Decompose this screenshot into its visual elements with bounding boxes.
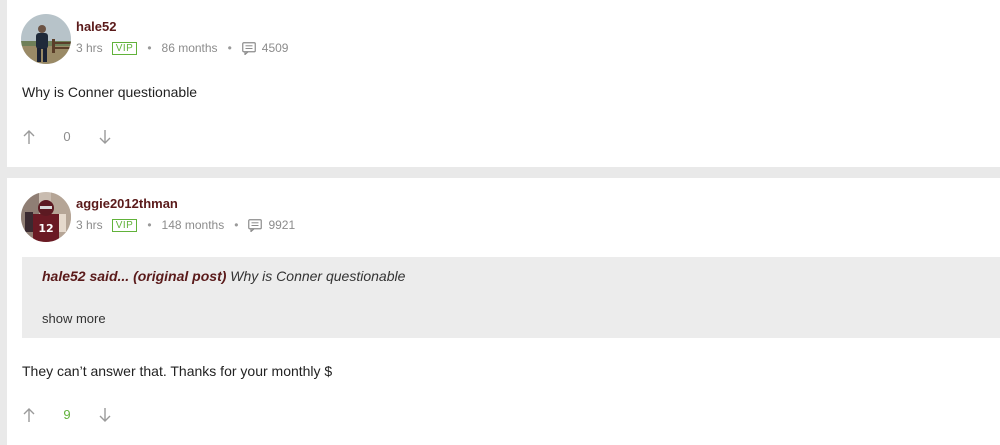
quote-said: said... xyxy=(89,268,130,284)
svg-text:12: 12 xyxy=(38,222,53,235)
quote-line: hale52 said... (original post) Why is Co… xyxy=(42,267,405,285)
member-tenure: 86 months xyxy=(161,41,218,55)
user-avatar[interactable]: 12 xyxy=(21,192,71,242)
comment-icon xyxy=(241,41,256,55)
comment-body: They can’t answer that. Thanks for your … xyxy=(22,363,333,379)
post-meta: hale52 3 hrs VIP • 86 months • 4509 xyxy=(76,19,288,55)
separator-dot: • xyxy=(147,41,152,55)
quote-text: Why is Conner questionable xyxy=(230,268,406,284)
post-time: 3 hrs xyxy=(76,218,103,232)
user-photo-avatar-icon xyxy=(21,14,71,64)
comment-feed: hale52 3 hrs VIP • 86 months • 4509 Why … xyxy=(0,0,1000,445)
member-tenure: 148 months xyxy=(161,218,225,232)
username-link[interactable]: aggie2012thman xyxy=(76,196,295,212)
post-count: 9921 xyxy=(268,218,296,232)
separator-dot: • xyxy=(147,218,152,232)
vip-badge: VIP xyxy=(111,41,138,55)
post-time: 3 hrs xyxy=(76,41,103,55)
downvote-arrow-icon[interactable] xyxy=(98,129,112,145)
upvote-arrow-icon[interactable] xyxy=(22,129,36,145)
quote-author-link[interactable]: hale52 xyxy=(42,268,86,284)
username-link[interactable]: hale52 xyxy=(76,19,288,35)
downvote-arrow-icon[interactable] xyxy=(98,407,112,423)
vote-score: 9 xyxy=(63,407,71,422)
football-player-avatar-icon: 12 xyxy=(21,192,71,242)
post-meta: aggie2012thman 3 hrs VIP • 148 months • … xyxy=(76,196,295,232)
vote-score: 0 xyxy=(63,129,71,144)
original-post-link[interactable]: (original post) xyxy=(133,268,226,284)
user-avatar[interactable] xyxy=(21,14,71,64)
separator-dot: • xyxy=(234,218,239,232)
separator-dot: • xyxy=(227,41,232,55)
vote-controls: 9 xyxy=(22,407,112,423)
show-more-link[interactable]: show more xyxy=(42,311,106,327)
meta-row: 3 hrs VIP • 86 months • 4509 xyxy=(76,41,288,55)
vote-controls: 0 xyxy=(22,129,112,145)
quoted-post: hale52 said... (original post) Why is Co… xyxy=(22,257,1000,338)
upvote-arrow-icon[interactable] xyxy=(22,407,36,423)
comment-icon xyxy=(248,218,263,232)
vip-badge: VIP xyxy=(111,218,138,232)
post-count: 4509 xyxy=(261,41,289,55)
meta-row: 3 hrs VIP • 148 months • 9921 xyxy=(76,218,295,232)
comment-card: hale52 3 hrs VIP • 86 months • 4509 Why … xyxy=(7,0,1000,167)
comment-body: Why is Conner questionable xyxy=(22,84,198,100)
comment-card: 12 aggie2012thman 3 hrs VIP • 148 months… xyxy=(7,178,1000,445)
